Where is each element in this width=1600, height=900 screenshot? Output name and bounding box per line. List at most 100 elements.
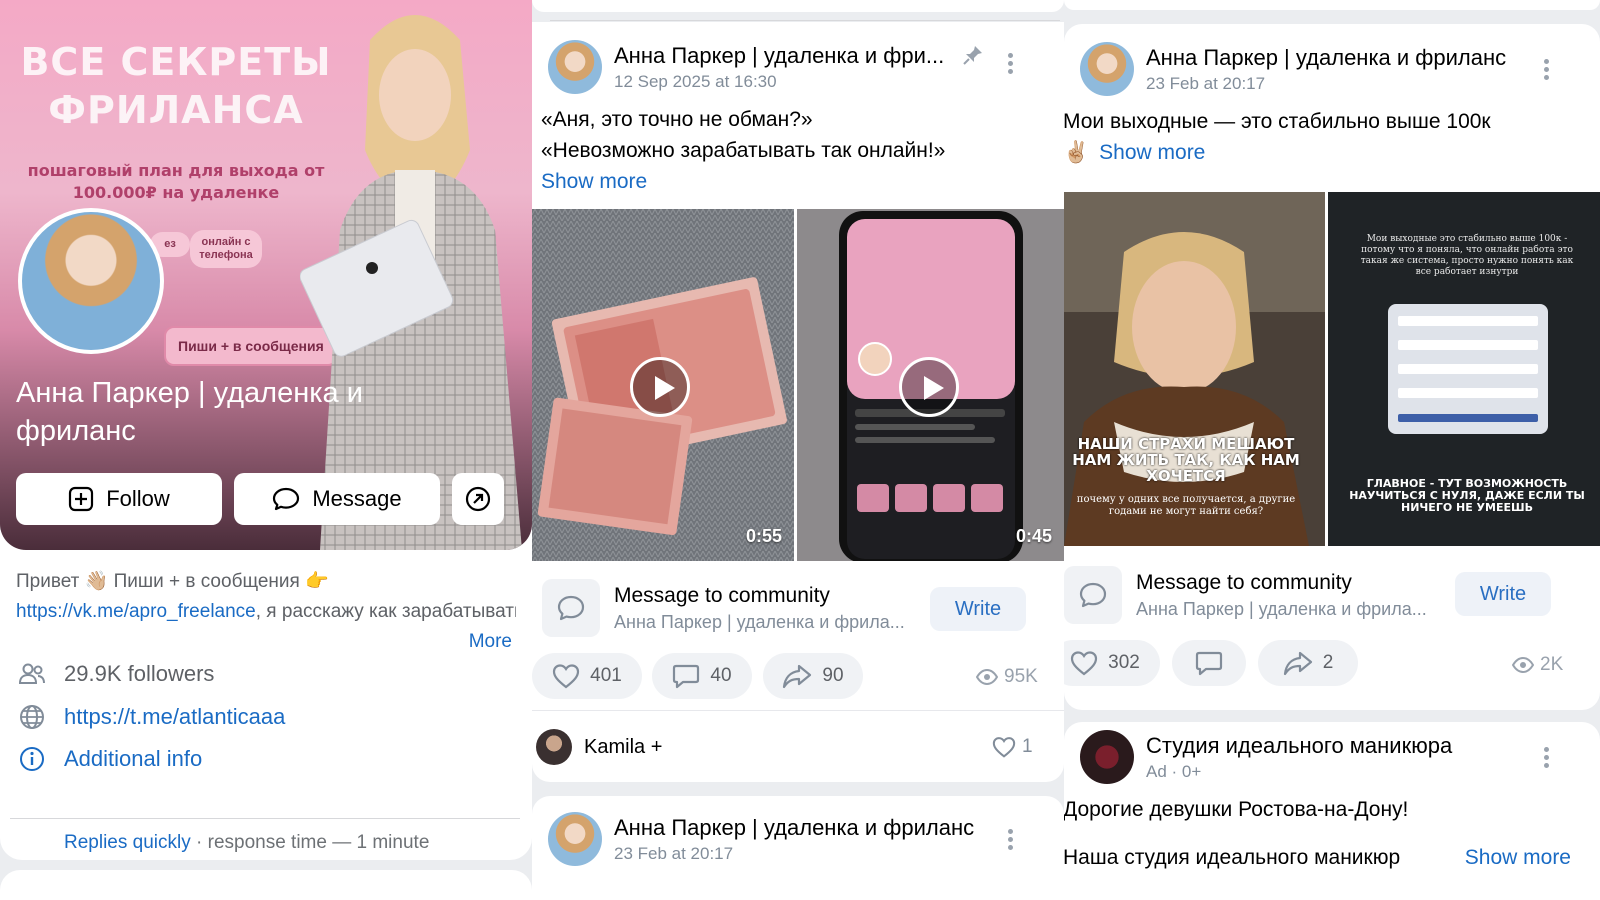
like-button[interactable]: 302 [1064, 640, 1160, 686]
post-date: 23 Feb at 20:17 [614, 843, 734, 863]
photo-caption: НАШИ СТРАХИ МЕШАЮТ НАМ ЖИТЬ ТАК, КАК НАМ… [1072, 435, 1300, 485]
ad-text: Дорогие девушки Ростова-на-Дону! Наша ст… [1064, 794, 1583, 873]
photo-small-caption: почему у одних все получается, а другие … [1076, 494, 1296, 517]
photo-woman-car[interactable]: НАШИ СТРАХИ МЕШАЮТ НАМ ЖИТЬ ТАК, КАК НАМ… [1064, 192, 1325, 546]
bio-link[interactable]: https://vk.me/apro_freelance [16, 601, 256, 622]
info-icon [18, 745, 46, 773]
people-icon [18, 660, 46, 688]
message-to-community[interactable]: Message to community Анна Паркер | удале… [1064, 566, 1427, 624]
telegram-link[interactable]: https://t.me/atlanticaaa [64, 704, 285, 730]
mtc-title: Message to community [614, 583, 830, 607]
additional-info-row[interactable]: Additional info [18, 745, 202, 773]
profile-name: Анна Паркер | удаленка и фриланс [16, 377, 363, 447]
peace-emoji: ✌🏼 [1064, 141, 1090, 164]
bio-line1: Привет 👋🏼 Пиши + в сообщения 👉 [16, 571, 329, 592]
bio-more-link[interactable]: More [460, 627, 512, 657]
profile-avatar[interactable] [18, 208, 164, 354]
write-button[interactable]: Write [930, 587, 1026, 631]
post-menu-icon[interactable] [1008, 50, 1014, 77]
post-author[interactable]: Анна Паркер | удаленка и фриланс [1146, 45, 1506, 71]
video-duration: 0:45 [1015, 526, 1052, 546]
telegram-row[interactable]: https://t.me/atlanticaaa [18, 703, 285, 731]
post-author[interactable]: Анна Паркер | удаленка и фриланс [614, 815, 974, 841]
top-comment[interactable]: Kamila + [536, 729, 662, 765]
post-text-line1: «Аня, это точно не обман?» [541, 108, 813, 131]
post-author[interactable]: Анна Паркер | удаленка и фри... [614, 43, 944, 69]
commenter-name: Kamila + [584, 735, 663, 758]
feed-column-middle: Анна Паркер | удаленка и фри... 12 Sep 2… [532, 0, 1064, 900]
video-duration: 0:55 [745, 526, 782, 546]
comment-button[interactable] [1172, 640, 1246, 686]
post-menu-icon[interactable] [1544, 56, 1550, 83]
woman-photo [1064, 192, 1325, 546]
ad-author[interactable]: Студия идеального маникюра [1146, 733, 1452, 759]
mtc-title: Message to community [1136, 570, 1352, 594]
ad-text-line1: Дорогие девушки Ростова-на-Дону! [1064, 798, 1409, 821]
post-date: 12 Sep 2025 at 16:30 [614, 71, 777, 91]
followers-label: followers [127, 661, 215, 686]
post-text: Мои выходные — это стабильно выше 100к ✌… [1064, 106, 1491, 168]
like-count: 401 [590, 665, 622, 686]
share-circle-icon [465, 486, 491, 512]
comment-bubble-icon [1064, 566, 1122, 624]
show-more-link[interactable]: Show more [1456, 842, 1571, 873]
response-time: Replies quickly · response time — 1 minu… [64, 832, 429, 854]
commenter-avatar[interactable] [536, 729, 572, 765]
comment-icon [1195, 651, 1223, 676]
ad-card: Студия идеального маникюра Ad · 0+ Дорог… [1064, 722, 1600, 900]
followers-row[interactable]: 29.9K followers [18, 660, 214, 688]
mtc-subtitle: Анна Паркер | удаленка и фрила... [614, 611, 905, 632]
photo-form-screenshot[interactable]: Мои выходные это стабильно выше 100к - п… [1328, 192, 1600, 546]
share-arrow-icon [1283, 651, 1312, 676]
ad-meta: Ad · 0+ [1146, 761, 1202, 781]
comment-button[interactable]: 40 [652, 653, 752, 699]
author-avatar[interactable] [1080, 42, 1134, 96]
message-to-community[interactable]: Message to community Анна Паркер | удале… [542, 579, 905, 637]
ad-avatar[interactable] [1080, 730, 1134, 784]
previous-card [532, 0, 1064, 12]
author-avatar[interactable] [548, 40, 602, 94]
post-text-line1: Мои выходные — это стабильно выше 100к [1064, 110, 1491, 133]
cover-subtitle: пошаговый план для выхода от 100.000₽ на… [27, 161, 325, 202]
play-icon[interactable] [630, 357, 690, 417]
follow-button[interactable]: Follow [16, 473, 222, 525]
share-button[interactable]: 2 [1258, 640, 1358, 686]
post-menu-icon[interactable] [1008, 826, 1014, 853]
post-text: «Аня, это точно не обман?» «Невозможно з… [541, 104, 945, 197]
views: 2K [1512, 654, 1563, 676]
photo-top-text: Мои выходные это стабильно выше 100к - п… [1360, 234, 1574, 277]
share-profile-button[interactable] [452, 473, 504, 525]
globe-icon [18, 703, 46, 731]
next-card [0, 870, 532, 900]
post-card: Анна Паркер | удаленка и фриланс 23 Feb … [532, 796, 1064, 900]
post-date: 23 Feb at 20:17 [1146, 73, 1266, 93]
post-menu-icon[interactable] [1544, 744, 1550, 771]
heart-icon [553, 664, 580, 689]
followers-count: 29.9K [64, 661, 122, 686]
form-image [1388, 304, 1548, 434]
additional-info-link[interactable]: Additional info [64, 746, 202, 772]
video-thumbnail-money[interactable]: 0:55 [532, 209, 794, 561]
like-button[interactable]: 401 [532, 653, 642, 699]
follow-label: Follow [106, 486, 170, 511]
views: 95K [976, 666, 1038, 688]
message-button[interactable]: Message [234, 473, 440, 525]
comment-like[interactable]: 1 [992, 736, 1033, 758]
share-button[interactable]: 90 [763, 653, 863, 699]
message-bubble-icon [273, 487, 300, 511]
show-more-link[interactable]: Show more [1099, 137, 1205, 168]
previous-card [1064, 0, 1600, 10]
cover-title: ВСЕ СЕКРЕТЫ ФРИЛАНСА [20, 40, 332, 132]
write-button[interactable]: Write [1455, 572, 1551, 616]
view-count: 2K [1540, 654, 1564, 675]
ad-text-line2: Наша студия идеального маникюр [1064, 846, 1401, 869]
author-avatar[interactable] [548, 812, 602, 866]
play-icon[interactable] [899, 357, 959, 417]
video-thumbnail-phone[interactable]: 0:45 [797, 209, 1064, 561]
comment-like-count: 1 [1022, 736, 1033, 757]
show-more-link[interactable]: Show more [541, 166, 945, 197]
eye-icon [976, 669, 998, 685]
post-header: Анна Паркер | удаленка и фриланс 23 Feb … [548, 812, 974, 866]
cover-person-image [300, 15, 522, 550]
share-count: 90 [822, 665, 844, 686]
